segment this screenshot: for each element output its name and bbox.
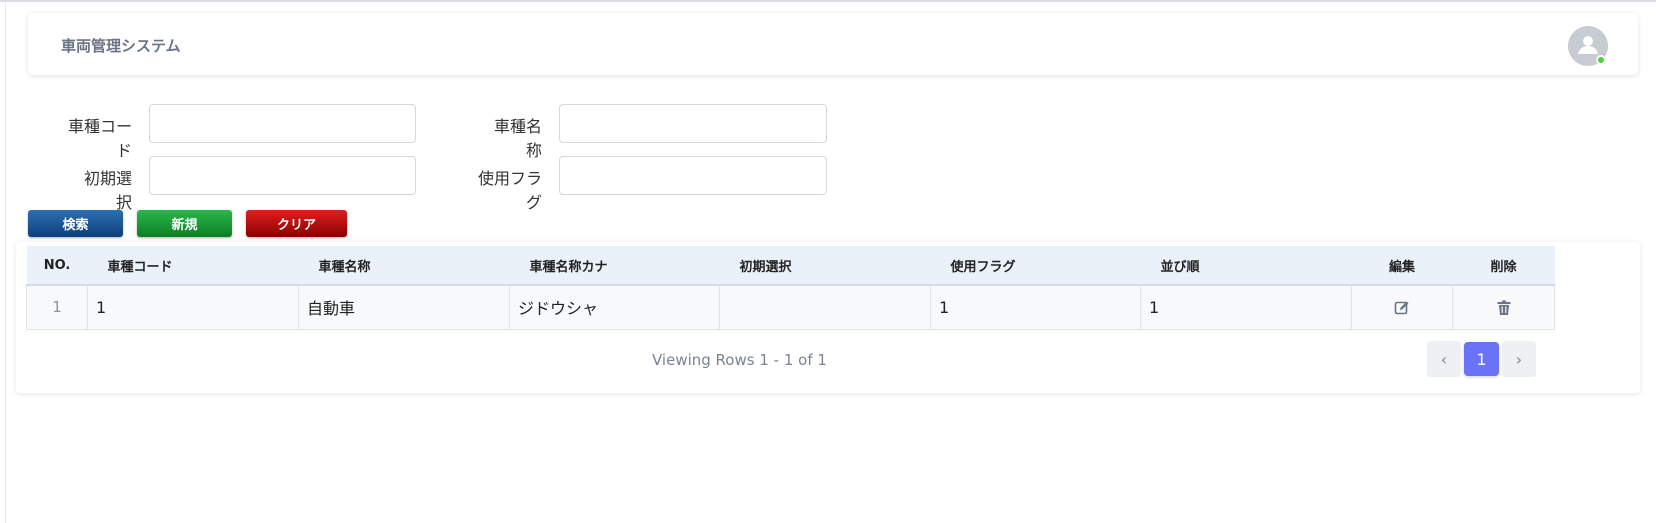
search-button[interactable]: 検索 bbox=[28, 210, 123, 237]
cell-edit bbox=[1351, 284, 1453, 330]
use-flag-label: 使用フラグ bbox=[477, 169, 542, 212]
cell-use-flag: 1 bbox=[930, 284, 1141, 330]
cell-vehicle-name: 自動車 bbox=[298, 284, 510, 330]
results-table: NO. 車種コード 車種名称 車種名称カナ 初期選択 使用フラグ 並び順 編集 … bbox=[26, 246, 1555, 330]
header-edit: 編集 bbox=[1351, 246, 1453, 286]
use-flag-input[interactable] bbox=[559, 156, 827, 195]
header-vehicle-name[interactable]: 車種名称 bbox=[298, 246, 510, 286]
trash-icon[interactable] bbox=[1497, 298, 1511, 317]
table-row[interactable]: 1 1 自動車 ジドウシャ 1 1 bbox=[26, 284, 1555, 330]
next-page-button[interactable]: › bbox=[1502, 341, 1536, 377]
header-delete: 削除 bbox=[1452, 246, 1555, 286]
cell-sort-order: 1 bbox=[1140, 284, 1352, 330]
clear-button[interactable]: クリア bbox=[246, 210, 347, 237]
header-vehicle-name-kana[interactable]: 車種名称カナ bbox=[509, 246, 720, 286]
app-title: 車両管理システム bbox=[61, 37, 181, 55]
prev-page-button[interactable]: ‹ bbox=[1427, 341, 1461, 377]
cell-vehicle-code: 1 bbox=[87, 284, 299, 330]
cell-delete bbox=[1452, 284, 1555, 330]
vehicle-code-label: 車種コード bbox=[67, 117, 132, 160]
edit-icon[interactable] bbox=[1394, 298, 1410, 317]
cell-no: 1 bbox=[26, 284, 88, 330]
online-status-dot bbox=[1596, 55, 1606, 65]
vehicle-name-label: 車種名称 bbox=[493, 117, 542, 160]
vehicle-code-input[interactable] bbox=[149, 104, 416, 143]
left-border bbox=[5, 2, 6, 523]
page-1-button[interactable]: 1 bbox=[1464, 342, 1499, 376]
new-button[interactable]: 新規 bbox=[137, 210, 232, 237]
header-sort-order[interactable]: 並び順 bbox=[1140, 246, 1352, 286]
app-header: 車両管理システム bbox=[28, 13, 1638, 75]
top-border bbox=[0, 0, 1656, 2]
cell-initial-select bbox=[719, 284, 931, 330]
header-no: NO. bbox=[26, 246, 88, 286]
cell-vehicle-name-kana: ジドウシャ bbox=[509, 284, 720, 330]
initial-select-input[interactable] bbox=[149, 156, 416, 195]
header-use-flag[interactable]: 使用フラグ bbox=[930, 246, 1141, 286]
initial-select-label: 初期選択 bbox=[83, 169, 132, 212]
pagination-summary: Viewing Rows 1 - 1 of 1 bbox=[652, 351, 827, 369]
header-vehicle-code[interactable]: 車種コード bbox=[87, 246, 299, 286]
table-header-row: NO. 車種コード 車種名称 車種名称カナ 初期選択 使用フラグ 並び順 編集 … bbox=[26, 246, 1555, 286]
results-card: NO. 車種コード 車種名称 車種名称カナ 初期選択 使用フラグ 並び順 編集 … bbox=[16, 242, 1640, 393]
vehicle-name-input[interactable] bbox=[559, 104, 827, 143]
header-initial-select[interactable]: 初期選択 bbox=[719, 246, 931, 286]
